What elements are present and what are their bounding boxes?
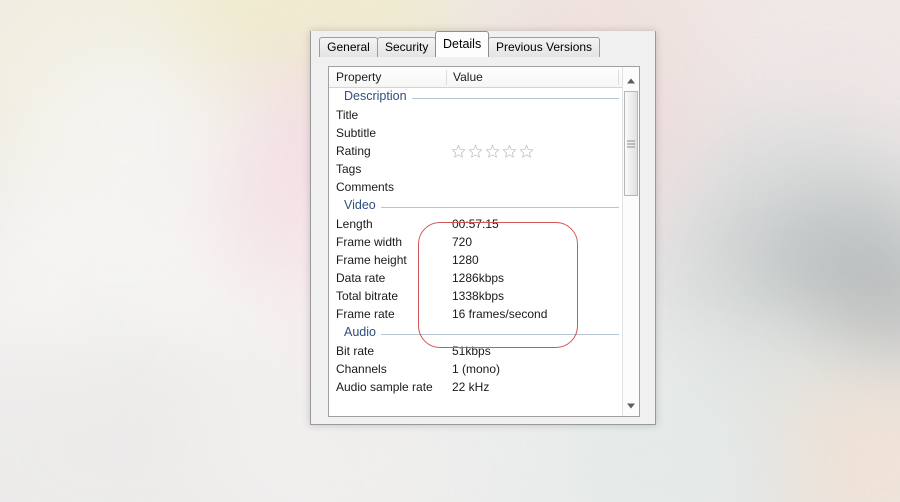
section-header-audio: Audio xyxy=(329,324,623,343)
section-divider-rule xyxy=(344,334,619,335)
property-row[interactable]: Tags xyxy=(329,161,623,179)
property-value: 720 xyxy=(452,235,473,249)
column-divider[interactable] xyxy=(618,70,619,85)
property-name: Total bitrate xyxy=(336,289,399,303)
property-row[interactable]: Frame width 720 xyxy=(329,234,623,252)
scrollbar-thumb[interactable] xyxy=(624,91,638,196)
section-label: Video xyxy=(344,198,381,212)
property-name: Bit rate xyxy=(336,344,375,358)
property-name: Frame width xyxy=(336,235,403,249)
star-icon[interactable] xyxy=(485,144,500,159)
tab-details[interactable]: Details xyxy=(435,31,489,57)
property-row[interactable]: Rating xyxy=(329,143,623,161)
property-value: 51kbps xyxy=(452,344,491,358)
property-row[interactable]: Audio sample rate 22 kHz xyxy=(329,379,623,397)
star-icon[interactable] xyxy=(451,144,466,159)
property-name: Length xyxy=(336,217,373,231)
property-value: 1280 xyxy=(452,253,479,267)
property-value: 1286kbps xyxy=(452,271,505,285)
section-label: Audio xyxy=(344,325,381,339)
property-row[interactable]: Title xyxy=(329,107,623,125)
property-name: Frame height xyxy=(336,253,407,267)
property-value: 00:57:15 xyxy=(452,217,499,231)
property-name: Subtitle xyxy=(336,126,377,140)
property-value: 1338kbps xyxy=(452,289,505,303)
property-row[interactable]: Channels 1 (mono) xyxy=(329,361,623,379)
property-list-body: Description Title Subtitle Rating Tags Commen… xyxy=(329,88,623,416)
property-name: Channels xyxy=(336,362,387,376)
tab-label: Security xyxy=(385,40,429,54)
property-value: 16 frames/second xyxy=(452,307,548,321)
property-name: Title xyxy=(336,108,359,122)
vertical-scrollbar[interactable] xyxy=(622,67,639,416)
property-name: Audio sample rate xyxy=(336,380,433,394)
property-row[interactable]: Frame rate 16 frames/second xyxy=(329,306,623,324)
list-column-header-row: Property Value xyxy=(329,67,639,88)
property-value: 22 kHz xyxy=(452,380,490,394)
file-properties-dialog: Property Value Description Title Subtitle R… xyxy=(310,31,656,425)
tab-security[interactable]: Security xyxy=(377,37,436,57)
triangle-down-icon xyxy=(627,403,635,408)
property-row[interactable] xyxy=(329,397,623,407)
property-row[interactable]: Subtitle xyxy=(329,125,623,143)
tab-general[interactable]: General xyxy=(319,37,378,57)
section-divider-rule xyxy=(344,207,619,208)
tab-previous-versions[interactable]: Previous Versions xyxy=(488,37,600,57)
star-icon[interactable] xyxy=(468,144,483,159)
property-row[interactable]: Frame height 1280 xyxy=(329,252,623,270)
tab-label: General xyxy=(327,40,370,54)
scroll-down-button[interactable] xyxy=(623,397,639,414)
star-icon[interactable] xyxy=(519,144,534,159)
property-sheet-tabs: General Security Details Previous Versions xyxy=(310,31,656,57)
section-header-video: Video xyxy=(329,197,623,216)
tab-label: Previous Versions xyxy=(496,40,593,54)
section-label: Description xyxy=(344,89,412,103)
property-name: Comments xyxy=(336,180,395,194)
section-header-description: Description xyxy=(329,88,623,107)
property-row[interactable]: Bit rate 51kbps xyxy=(329,343,623,361)
property-value: 1 (mono) xyxy=(452,362,501,376)
background-blur-blob xyxy=(30,30,230,230)
property-name: Data rate xyxy=(336,271,386,285)
scroll-up-button[interactable] xyxy=(623,72,639,89)
property-name: Frame rate xyxy=(336,307,395,321)
property-name: Tags xyxy=(336,162,362,176)
property-name: Rating xyxy=(336,144,371,158)
property-row[interactable]: Length 00:57:15 xyxy=(329,216,623,234)
property-row[interactable]: Data rate 1286kbps xyxy=(329,270,623,288)
rating-stars[interactable] xyxy=(451,144,534,159)
scrollbar-grip-icon xyxy=(627,140,635,147)
property-row[interactable]: Total bitrate 1338kbps xyxy=(329,288,623,306)
column-header-value[interactable]: Value xyxy=(446,67,483,87)
property-row[interactable]: Comments xyxy=(329,179,623,197)
column-header-property[interactable]: Property xyxy=(329,67,381,87)
details-property-list[interactable]: Property Value Description Title Subtitle R… xyxy=(328,66,640,417)
star-icon[interactable] xyxy=(502,144,517,159)
tab-label: Details xyxy=(443,37,482,51)
triangle-up-icon xyxy=(627,78,635,83)
